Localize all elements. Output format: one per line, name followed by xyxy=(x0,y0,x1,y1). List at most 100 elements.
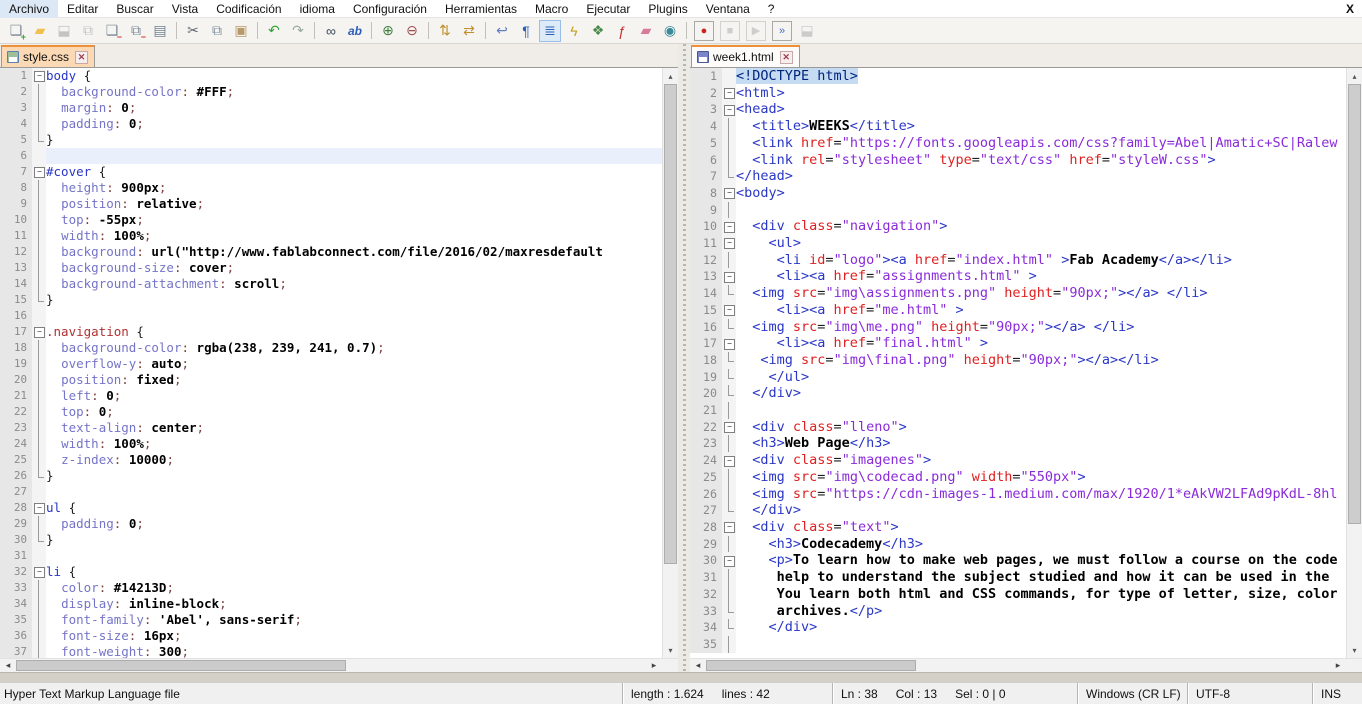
scroll-right-arrow-icon[interactable]: ▸ xyxy=(646,659,662,672)
horizontal-scroll-thumb[interactable] xyxy=(706,660,916,671)
menu-item-codificacin[interactable]: Codificación xyxy=(207,0,290,18)
macro-play-icon[interactable]: ▶ xyxy=(746,20,766,41)
fold-collapse-icon[interactable] xyxy=(722,184,736,202)
menu-item-plugins[interactable]: Plugins xyxy=(639,0,696,18)
scroll-right-arrow-icon[interactable]: ▸ xyxy=(1330,659,1346,672)
left-code-area[interactable]: 1body {2 background-color: #FFF;3 margin… xyxy=(0,68,662,658)
redo-icon[interactable]: ↷ xyxy=(287,20,309,42)
vertical-scroll-thumb[interactable] xyxy=(1348,84,1361,524)
fold-collapse-icon[interactable] xyxy=(722,335,736,352)
menu-item-archivo[interactable]: Archivo xyxy=(0,0,59,18)
word-wrap-icon[interactable]: ↩ xyxy=(491,20,513,42)
vertical-scroll-thumb[interactable] xyxy=(664,84,677,564)
macro-run-multiple-icon[interactable]: » xyxy=(772,20,792,41)
code-segment: <img xyxy=(736,285,793,302)
fold-collapse-icon[interactable] xyxy=(722,552,736,570)
code-text: <li><a href="me.html" > xyxy=(736,302,1346,319)
scroll-left-arrow-icon[interactable]: ◂ xyxy=(0,659,16,672)
code-segment: > xyxy=(1077,468,1086,485)
menu-item-editar[interactable]: Editar xyxy=(58,0,107,18)
fold-collapse-icon[interactable] xyxy=(722,518,736,536)
monitoring-icon[interactable]: ◉ xyxy=(659,20,681,42)
fold-collapse-icon[interactable] xyxy=(722,84,736,102)
right-vertical-scrollbar[interactable]: ▴ ▾ xyxy=(1346,68,1362,658)
close-file-icon[interactable]: ❏ − xyxy=(101,20,123,42)
fold-collapse-icon[interactable] xyxy=(32,324,46,340)
line-number: 22 xyxy=(690,418,722,436)
indent-guide-icon[interactable]: ≣ xyxy=(539,19,561,42)
scroll-up-arrow-icon[interactable]: ▴ xyxy=(1347,68,1362,84)
document-map-icon[interactable]: ❖ xyxy=(587,20,609,42)
fold-collapse-icon[interactable] xyxy=(722,218,736,236)
fold-margin xyxy=(722,485,736,503)
open-folder-icon[interactable]: ▰ xyxy=(29,20,51,42)
left-horizontal-scrollbar[interactable]: ◂ ▸ xyxy=(0,658,678,672)
menu-item-idioma[interactable]: idioma xyxy=(291,0,344,18)
user-defined-language-icon[interactable]: ϟ xyxy=(563,20,585,42)
close-icon[interactable]: ✕ xyxy=(779,50,793,64)
fold-collapse-icon[interactable] xyxy=(32,564,46,580)
left-editor[interactable]: 1body {2 background-color: #FFF;3 margin… xyxy=(0,68,678,658)
folder-as-workspace-icon[interactable]: ▰ xyxy=(635,20,657,42)
fold-collapse-icon[interactable] xyxy=(32,500,46,516)
close-all-icon[interactable]: ⧉ − xyxy=(125,20,147,42)
left-vertical-scrollbar[interactable]: ▴ ▾ xyxy=(662,68,678,658)
menu-item-herramientas[interactable]: Herramientas xyxy=(436,0,526,18)
print-icon[interactable]: ▤ xyxy=(149,20,171,42)
sync-horizontal-scroll-icon[interactable]: ⇄ xyxy=(458,20,480,42)
zoom-out-icon[interactable]: ⊖ xyxy=(401,20,423,42)
fold-margin xyxy=(32,244,46,260)
cut-icon[interactable]: ✂ xyxy=(182,20,204,42)
scroll-left-arrow-icon[interactable]: ◂ xyxy=(690,659,706,672)
code-segment: #cover xyxy=(46,164,92,179)
right-horizontal-scrollbar[interactable]: ◂ ▸ xyxy=(690,658,1362,672)
undo-icon[interactable]: ↶ xyxy=(263,20,285,42)
fold-collapse-icon[interactable] xyxy=(722,452,736,469)
menu-item-ejecutar[interactable]: Ejecutar xyxy=(577,0,639,18)
status-eol-format: Windows (CR LF) xyxy=(1077,683,1187,704)
tab-week1-html[interactable]: week1.html ✕ xyxy=(691,45,800,67)
window-close-button[interactable]: X xyxy=(1346,2,1354,16)
sync-vertical-scroll-icon[interactable]: ⇅ xyxy=(434,20,456,42)
scroll-down-arrow-icon[interactable]: ▾ xyxy=(663,642,678,658)
fold-collapse-icon[interactable] xyxy=(722,235,736,252)
menu-item-vista[interactable]: Vista xyxy=(163,0,207,18)
scroll-up-arrow-icon[interactable]: ▴ xyxy=(663,68,678,84)
new-file-icon[interactable]: ❏ + xyxy=(5,20,27,42)
right-code-area[interactable]: 1<!DOCTYPE html>2<html>3<head>4 <title>W… xyxy=(690,68,1346,658)
paste-icon[interactable]: ▣ xyxy=(230,20,252,42)
menu-item-macro[interactable]: Macro xyxy=(526,0,577,18)
find-icon[interactable]: ∞ xyxy=(320,20,342,42)
right-editor[interactable]: 1<!DOCTYPE html>2<html>3<head>4 <title>W… xyxy=(690,68,1362,658)
zoom-in-icon[interactable]: ⊕ xyxy=(377,20,399,42)
function-list-icon[interactable]: ƒ xyxy=(611,20,633,42)
fold-collapse-icon[interactable] xyxy=(722,101,736,119)
close-icon[interactable]: ✕ xyxy=(75,50,89,64)
show-all-characters-icon[interactable]: ¶ xyxy=(515,20,537,42)
scroll-down-arrow-icon[interactable]: ▾ xyxy=(1347,642,1362,658)
code-segment: { xyxy=(61,500,77,515)
fold-collapse-icon[interactable] xyxy=(32,164,46,180)
fold-collapse-icon[interactable] xyxy=(722,301,736,319)
macro-stop-icon[interactable]: ■ xyxy=(720,20,740,41)
macro-record-icon[interactable]: ● xyxy=(694,20,714,41)
fold-collapse-icon[interactable] xyxy=(722,268,736,286)
tab-style-css[interactable]: style.css ✕ xyxy=(1,45,96,67)
menu-item-ventana[interactable]: Ventana xyxy=(697,0,759,18)
menu-item-?[interactable]: ? xyxy=(759,0,784,18)
code-segment: } xyxy=(46,532,54,547)
pane-splitter[interactable] xyxy=(678,44,690,672)
save-all-icon[interactable]: ⧉ xyxy=(77,20,99,42)
copy-icon[interactable]: ⧉ xyxy=(206,20,228,42)
macro-save-icon[interactable]: ⬓ xyxy=(796,20,818,42)
fold-collapse-icon[interactable] xyxy=(32,68,46,84)
menu-item-buscar[interactable]: Buscar xyxy=(107,0,162,18)
fold-collapse-icon[interactable] xyxy=(722,418,736,436)
replace-icon[interactable]: ab xyxy=(344,20,366,42)
save-icon[interactable]: ⬓ xyxy=(53,20,75,42)
horizontal-scroll-thumb[interactable] xyxy=(16,660,346,671)
menu-item-configuracin[interactable]: Configuración xyxy=(344,0,436,18)
